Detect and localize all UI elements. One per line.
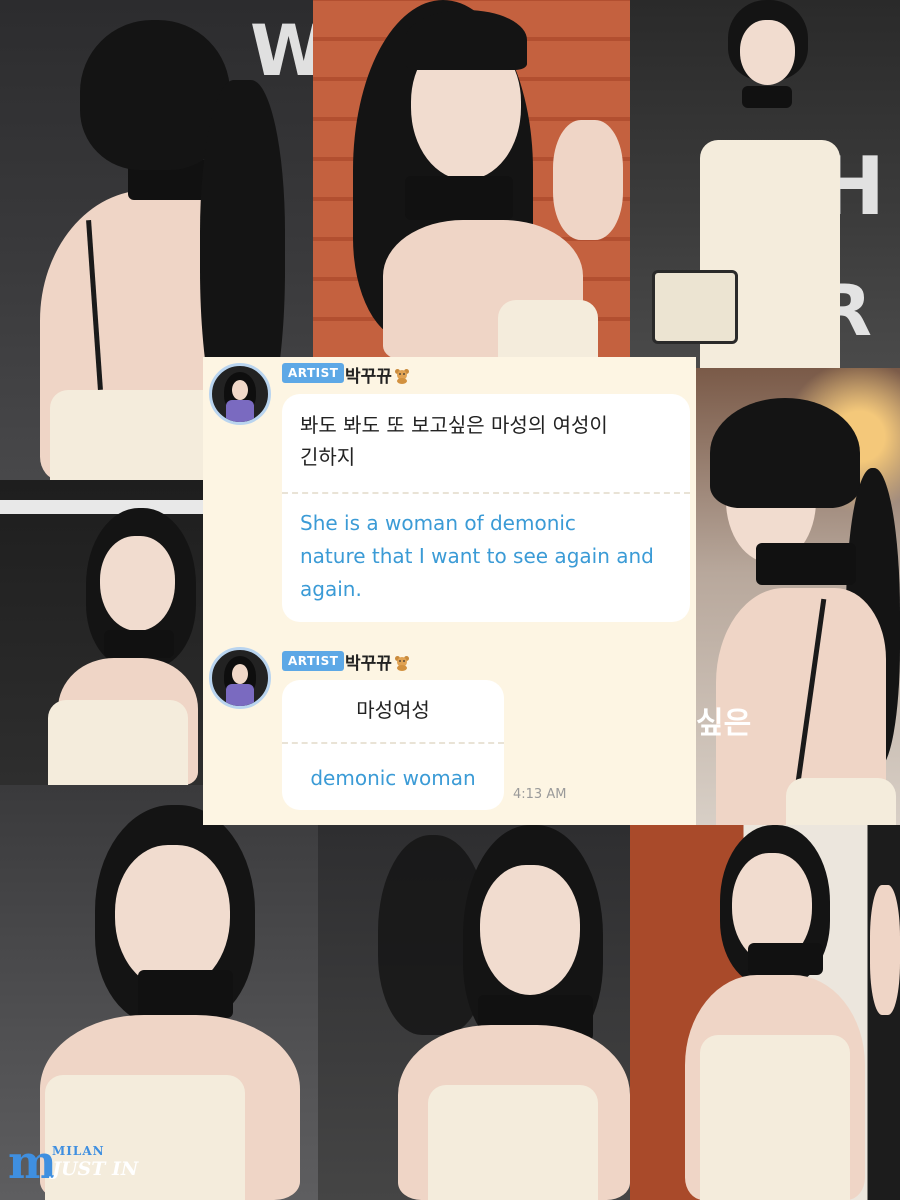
message-original: 봐도 봐도 또 보고싶은 마성의 여성이 긴하지: [300, 413, 608, 469]
milan-just-in-watermark: m MILAN JUST IN: [8, 1138, 158, 1188]
teddy-bear-icon: [394, 369, 409, 384]
message-translation: demonic woman: [310, 766, 476, 790]
message-bubble[interactable]: 마성여성 demonic woman: [282, 680, 504, 810]
message-timestamp: 4:13 AM: [513, 787, 567, 802]
overlay-caption: 싶은: [696, 706, 752, 741]
photo-waving-red-carpet: [630, 825, 900, 1200]
message-translation: She is a woman of demonic nature that I …: [300, 511, 654, 601]
photo-looking-back-bokeh: 싶은: [696, 368, 900, 825]
chat-screenshot: ARTIST 박꾸뀨 봐도 봐도 또 보고싶은 마성의 여성이 긴하지 She …: [203, 357, 696, 825]
artist-avatar[interactable]: [209, 647, 271, 709]
artist-badge: ARTIST: [282, 651, 345, 671]
watermark-logo-mark: m: [8, 1135, 57, 1189]
message-bubble[interactable]: 봐도 봐도 또 보고싶은 마성의 여성이 긴하지 She is a woman …: [282, 394, 690, 622]
bubble-divider: [282, 492, 690, 494]
photo-brick-wall-wave: [313, 0, 630, 357]
watermark-top-text: MILAN: [52, 1144, 105, 1158]
artist-badge: ARTIST: [282, 363, 345, 383]
sender-name: 박꾸뀨: [345, 362, 410, 387]
sender-name: 박꾸뀨: [345, 649, 410, 674]
backdrop-sign: W: [250, 10, 313, 92]
photo-full-dress-bag: H R: [630, 0, 900, 368]
photo-side-glance: [0, 480, 203, 785]
artist-avatar[interactable]: [209, 363, 271, 425]
message-original: 마성여성: [356, 698, 430, 722]
teddy-bear-icon: [394, 656, 409, 671]
photo-adjusting-collar: [318, 825, 630, 1200]
bubble-divider: [282, 742, 504, 744]
watermark-bottom-text: JUST IN: [52, 1158, 139, 1180]
